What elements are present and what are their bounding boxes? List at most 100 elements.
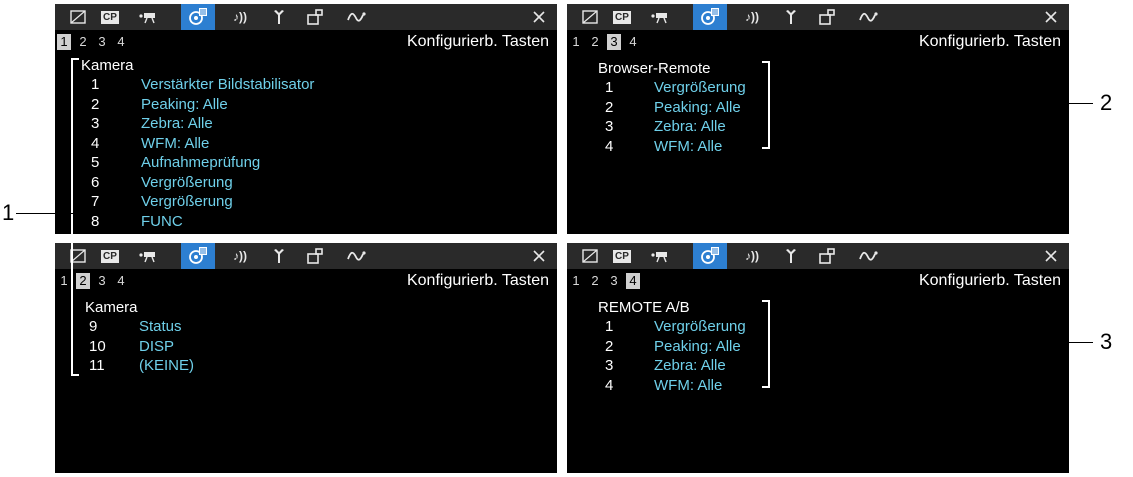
menu-screen-2: CP ♪)) Konfigurierb. Tasten 1234 Browser-… bbox=[567, 4, 1069, 234]
assign-buttons-icon[interactable] bbox=[693, 243, 727, 269]
page-indicator-3[interactable]: 3 bbox=[95, 34, 109, 50]
network-icon[interactable] bbox=[852, 4, 886, 30]
menu-tab-bar: CP ♪)) bbox=[55, 4, 557, 30]
custom-picture-icon[interactable]: CP bbox=[608, 4, 636, 30]
button-number: 7 bbox=[91, 193, 100, 210]
button-number: 3 bbox=[605, 357, 614, 374]
custom-picture-icon[interactable]: CP bbox=[96, 4, 124, 30]
system-icon[interactable] bbox=[777, 4, 805, 30]
assignable-button-row[interactable]: 7 Vergrößerung bbox=[55, 192, 535, 211]
assign-buttons-icon[interactable] bbox=[693, 4, 727, 30]
button-number: 9 bbox=[89, 318, 98, 335]
assignable-button-row[interactable]: 6 Vergrößerung bbox=[55, 173, 535, 192]
callout-3: 3 bbox=[1100, 329, 1113, 354]
recording-icon[interactable] bbox=[643, 4, 677, 30]
menu-title: Konfigurierb. Tasten bbox=[406, 272, 549, 289]
page-indicator-2[interactable]: 2 bbox=[588, 273, 602, 289]
callout-line-1 bbox=[16, 213, 73, 214]
page-indicator-1[interactable]: 1 bbox=[57, 273, 71, 289]
monitoring-icon[interactable] bbox=[301, 243, 329, 269]
network-icon[interactable] bbox=[340, 4, 374, 30]
assignable-button-row[interactable]: 1 Vergrößerung bbox=[567, 78, 1047, 97]
audio-icon[interactable]: ♪)) bbox=[735, 243, 769, 269]
page-indicator-2[interactable]: 2 bbox=[588, 34, 602, 50]
assignable-button-row[interactable]: 5 Aufnahmeprüfung bbox=[55, 153, 535, 172]
close-icon[interactable] bbox=[1039, 243, 1063, 269]
assignable-button-row[interactable]: 3 Zebra: Alle bbox=[567, 356, 1047, 375]
button-number: 5 bbox=[91, 154, 100, 171]
button-function: WFM: Alle bbox=[654, 376, 723, 394]
assignable-button-row[interactable]: 8 FUNC bbox=[55, 212, 535, 231]
assignable-button-row[interactable]: 2 Peaking: Alle bbox=[567, 337, 1047, 356]
button-function: Vergrößerung bbox=[654, 79, 746, 96]
assignable-button-row[interactable]: 11 (KEINE) bbox=[55, 356, 535, 375]
menu-content: Kamera 1 Verstärkter Bildstabilisator 2 Pea… bbox=[55, 54, 557, 234]
audio-icon[interactable]: ♪)) bbox=[223, 4, 257, 30]
system-icon[interactable] bbox=[265, 4, 293, 30]
page-indicator-3[interactable]: 3 bbox=[607, 273, 621, 289]
monitoring-icon[interactable] bbox=[813, 4, 841, 30]
button-number: 2 bbox=[605, 98, 614, 116]
button-function: Vergrößerung bbox=[654, 318, 746, 335]
callout-1: 1 bbox=[2, 200, 15, 225]
page-indicator-1[interactable]: 1 bbox=[569, 273, 583, 289]
assignable-button-row[interactable]: 2 Peaking: Alle bbox=[567, 98, 1047, 117]
button-number: 6 bbox=[91, 173, 100, 191]
assignable-button-row[interactable]: 4 WFM: Alle bbox=[55, 134, 535, 153]
network-icon[interactable] bbox=[852, 243, 886, 269]
custom-picture-icon[interactable]: CP bbox=[608, 243, 636, 269]
button-number: 10 bbox=[89, 337, 106, 355]
audio-icon[interactable]: ♪)) bbox=[223, 243, 257, 269]
camera-setup-icon[interactable] bbox=[576, 243, 604, 269]
recording-icon[interactable] bbox=[131, 4, 165, 30]
menu-screen-3: CP ♪)) Konfigurierb. Tasten 1234 Kamera 9… bbox=[55, 243, 557, 473]
audio-icon[interactable]: ♪)) bbox=[735, 4, 769, 30]
system-icon[interactable] bbox=[777, 243, 805, 269]
assign-buttons-icon[interactable] bbox=[181, 4, 215, 30]
button-number: 4 bbox=[605, 137, 614, 155]
recording-icon[interactable] bbox=[131, 243, 165, 269]
page-indicator-1[interactable]: 1 bbox=[569, 34, 583, 50]
menu-content: REMOTE A/B 1 Vergrößerung 2 Peaking: Alle 3 Z… bbox=[567, 293, 1069, 473]
button-number: 2 bbox=[91, 95, 100, 113]
button-function: Peaking: Alle bbox=[654, 337, 741, 355]
monitoring-icon[interactable] bbox=[813, 243, 841, 269]
assignable-button-row[interactable]: 2 Peaking: Alle bbox=[55, 95, 535, 114]
recording-icon[interactable] bbox=[643, 243, 677, 269]
assignable-button-row[interactable]: 1 Vergrößerung bbox=[567, 317, 1047, 336]
camera-setup-icon[interactable] bbox=[576, 4, 604, 30]
page-indicator-4[interactable]: 4 bbox=[114, 34, 128, 50]
assignable-button-row[interactable]: 4 WFM: Alle bbox=[567, 376, 1047, 395]
button-function: (KEINE) bbox=[139, 357, 195, 374]
button-number: 3 bbox=[605, 118, 614, 135]
page-indicator-1[interactable]: 1 bbox=[57, 34, 71, 50]
page-indicator-4[interactable]: 4 bbox=[626, 34, 640, 50]
page-indicator-4[interactable]: 4 bbox=[626, 273, 640, 289]
page-indicator-3[interactable]: 3 bbox=[95, 273, 109, 289]
system-icon[interactable] bbox=[265, 243, 293, 269]
page-indicator-3[interactable]: 3 bbox=[607, 34, 621, 50]
assignable-button-row[interactable]: 1 Verstärkter Bildstabilisator bbox=[55, 75, 535, 94]
camera-setup-icon[interactable] bbox=[64, 4, 92, 30]
button-number: 11 bbox=[89, 357, 105, 374]
assignable-button-row[interactable]: 10 DISP bbox=[55, 337, 535, 356]
close-icon[interactable] bbox=[527, 4, 551, 30]
button-function: Status bbox=[139, 318, 182, 335]
network-icon[interactable] bbox=[340, 243, 374, 269]
menu-content: Kamera 9 Status 10 DISP 11 (KEINE) bbox=[55, 293, 557, 473]
assignable-button-row[interactable]: 3 Zebra: Alle bbox=[55, 114, 535, 133]
assignable-button-row[interactable]: 4 WFM: Alle bbox=[567, 137, 1047, 156]
page-indicator-2[interactable]: 2 bbox=[76, 34, 90, 50]
assignable-button-row[interactable]: 9 Status bbox=[55, 317, 535, 336]
monitoring-icon[interactable] bbox=[301, 4, 329, 30]
button-function: Verstärkter Bildstabilisator bbox=[141, 76, 315, 93]
assignable-button-row[interactable]: 3 Zebra: Alle bbox=[567, 117, 1047, 136]
close-icon[interactable] bbox=[1039, 4, 1063, 30]
page-indicator-4[interactable]: 4 bbox=[114, 273, 128, 289]
callout-line-2 bbox=[770, 103, 1093, 104]
assign-buttons-icon[interactable] bbox=[181, 243, 215, 269]
custom-picture-icon[interactable]: CP bbox=[96, 243, 124, 269]
menu-title: Konfigurierb. Tasten bbox=[918, 33, 1061, 50]
menu-tab-bar: CP ♪)) bbox=[55, 243, 557, 269]
close-icon[interactable] bbox=[527, 243, 551, 269]
